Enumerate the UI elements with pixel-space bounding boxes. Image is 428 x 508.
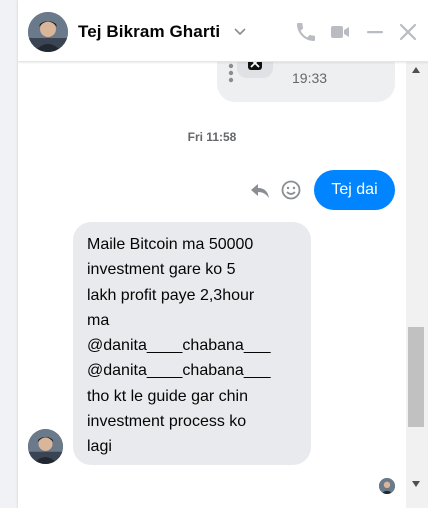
- day-separator: Fri 11:58: [187, 130, 237, 144]
- video-icon[interactable]: [328, 20, 352, 44]
- message-line: ma: [87, 311, 110, 329]
- incoming-message-bubble[interactable]: Maile Bitcoin ma 50000 investment gare k…: [73, 222, 311, 465]
- message-list: 19:33 Fri 11:58 Tej dai Maile Bitcoin ma…: [18, 62, 406, 508]
- contact-avatar[interactable]: [28, 12, 68, 52]
- scroll-up-arrow-icon[interactable]: [412, 67, 420, 73]
- attachment-icon: [237, 62, 273, 78]
- message-timestamp: 19:33: [292, 70, 328, 86]
- seen-avatar: [379, 478, 395, 494]
- message-line: tho kt le guide gar chin: [87, 387, 248, 405]
- message-line: lakh profit paye 2,3hour: [87, 286, 255, 304]
- reply-icon[interactable]: [248, 180, 272, 202]
- outgoing-message-bubble[interactable]: Tej dai: [314, 170, 395, 210]
- message-line: investment process ko: [87, 413, 247, 431]
- contact-name[interactable]: Tej Bikram Gharti: [78, 22, 220, 42]
- minimize-icon[interactable]: [363, 20, 387, 44]
- message-line: Maile Bitcoin ma 50000: [87, 236, 254, 253]
- message-line: lagi: [87, 438, 112, 456]
- previous-message-bubble[interactable]: 19:33: [217, 62, 395, 102]
- react-emoji-icon[interactable]: [280, 179, 302, 201]
- scrollbar[interactable]: [406, 62, 428, 508]
- chat-header: Tej Bikram Gharti: [18, 0, 428, 62]
- message-line: investment gare ko 5: [87, 261, 236, 279]
- phone-icon[interactable]: [294, 20, 318, 44]
- chevron-down-icon[interactable]: [233, 24, 247, 38]
- message-line: @danita____chabana___: [87, 362, 271, 380]
- message-line: @danita____chabana___: [87, 337, 271, 355]
- close-icon[interactable]: [396, 20, 420, 44]
- sender-avatar[interactable]: [28, 429, 63, 464]
- chat-window: Tej Bikram Gharti 19:33 Fri 11:58 Tej da…: [18, 0, 428, 508]
- more-options-icon[interactable]: [227, 62, 235, 84]
- scrollbar-thumb[interactable]: [408, 327, 424, 427]
- scroll-down-arrow-icon[interactable]: [412, 481, 420, 487]
